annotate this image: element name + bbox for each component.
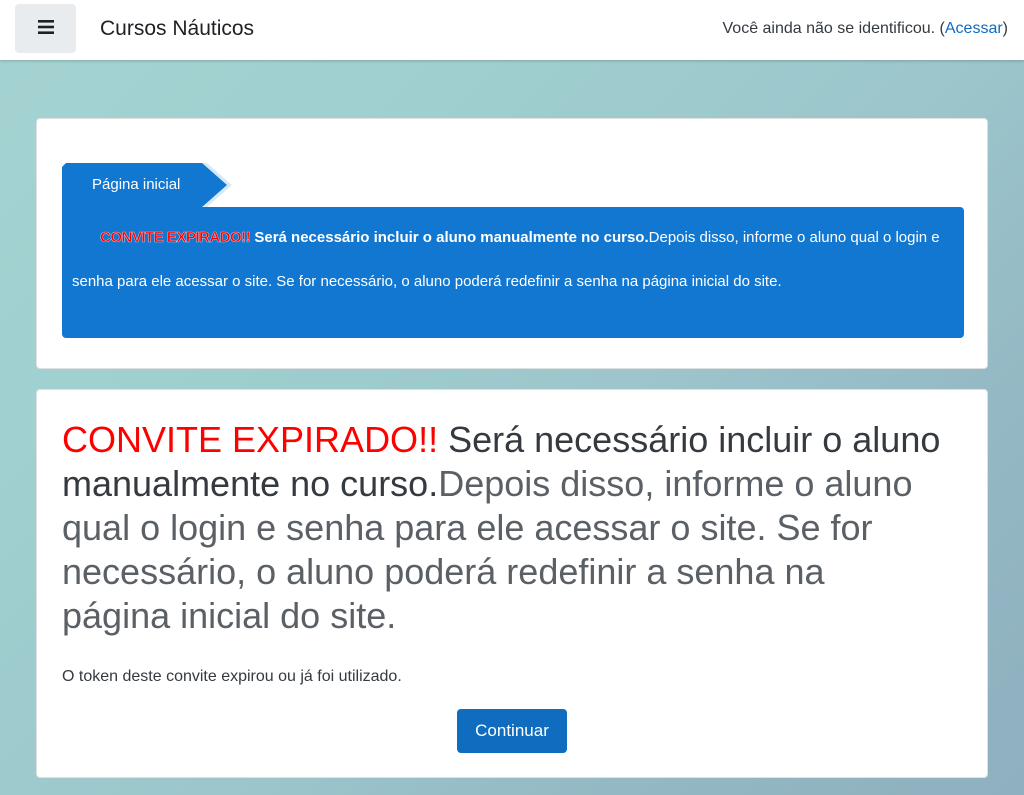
breadcrumb-item-home[interactable]: Página inicial [92, 176, 180, 193]
heading-alert: CONVITE EXPIRADO!! [62, 419, 439, 460]
site-name[interactable]: Cursos Náuticos [100, 17, 254, 41]
login-info: Você ainda não se identificou. (Acessar) [723, 20, 1009, 38]
top-navbar: Cursos Náuticos Você ainda não se identi… [0, 0, 1024, 60]
login-suffix: ) [1002, 20, 1008, 37]
login-link[interactable]: Acessar [945, 20, 1003, 37]
page-heading: CONVITE EXPIRADO!! Será necessário inclu… [62, 418, 942, 638]
token-message: O token deste convite expirou ou já foi … [62, 668, 402, 685]
continue-button[interactable]: Continuar [457, 709, 567, 753]
expired-notice-banner: CONVITE EXPIRADO!! Será necessário inclu… [62, 207, 964, 338]
header-card: Página inicial CONVITE EXPIRADO!! Será n… [36, 118, 988, 369]
notice-alert: CONVITE EXPIRADO!! [100, 229, 251, 246]
hamburger-icon [37, 20, 54, 37]
login-prefix: Você ainda não se identificou. ( [722, 20, 945, 37]
menu-toggle-button[interactable] [15, 4, 76, 53]
notice-bold-text: Será necessário incluir o aluno manualme… [250, 229, 649, 246]
main-card: CONVITE EXPIRADO!! Será necessário inclu… [36, 389, 988, 778]
breadcrumb[interactable]: Página inicial [62, 163, 238, 207]
